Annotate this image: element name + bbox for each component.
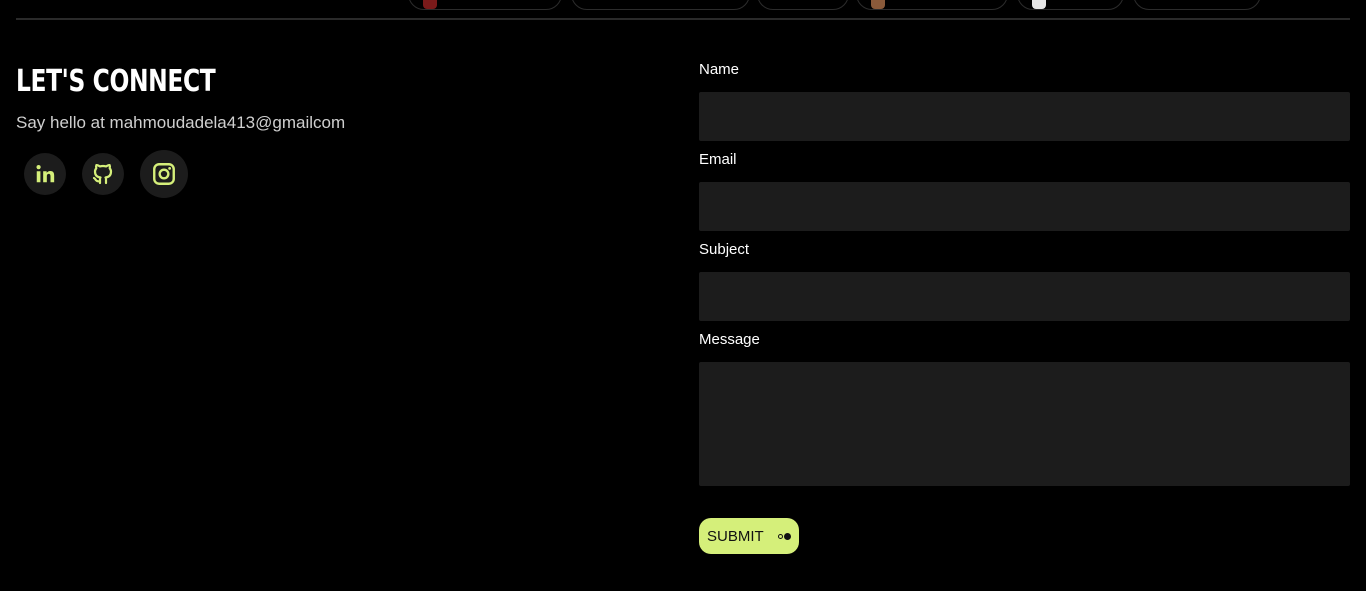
- name-label: Name: [699, 61, 740, 78]
- contact-title: LET'S CONNECT: [16, 64, 216, 99]
- submit-dots-icon: [778, 532, 791, 540]
- tech-chips-row: [0, 0, 1366, 11]
- tech-chip: [1133, 0, 1261, 10]
- subject-field[interactable]: [699, 272, 1350, 321]
- chip-icon: [423, 0, 437, 9]
- linkedin-link[interactable]: [24, 153, 66, 195]
- tech-chip: [408, 0, 562, 10]
- name-field[interactable]: [699, 92, 1350, 141]
- instagram-link[interactable]: [140, 150, 188, 198]
- github-icon: [92, 163, 113, 185]
- section-divider: [16, 18, 1350, 20]
- submit-button[interactable]: SUBMIT: [699, 518, 799, 554]
- message-field[interactable]: [699, 362, 1350, 486]
- contact-page: LET'S CONNECT Say hello at mahmoudadela4…: [0, 0, 1366, 591]
- email-field[interactable]: [699, 182, 1350, 231]
- github-link[interactable]: [82, 153, 124, 195]
- email-label: Email: [699, 151, 737, 168]
- instagram-icon: [153, 163, 175, 185]
- submit-label: SUBMIT: [707, 527, 764, 545]
- tech-chip: [856, 0, 1008, 10]
- tech-chip: [571, 0, 750, 10]
- chip-icon: [1032, 0, 1046, 9]
- contact-subtitle: Say hello at mahmoudadela413@gmailcom: [16, 113, 346, 132]
- tech-chip: [1017, 0, 1124, 10]
- chip-icon: [871, 0, 885, 9]
- subject-label: Subject: [699, 241, 750, 258]
- linkedin-icon: [36, 165, 55, 183]
- tech-chip: [757, 0, 849, 10]
- message-label: Message: [699, 331, 760, 348]
